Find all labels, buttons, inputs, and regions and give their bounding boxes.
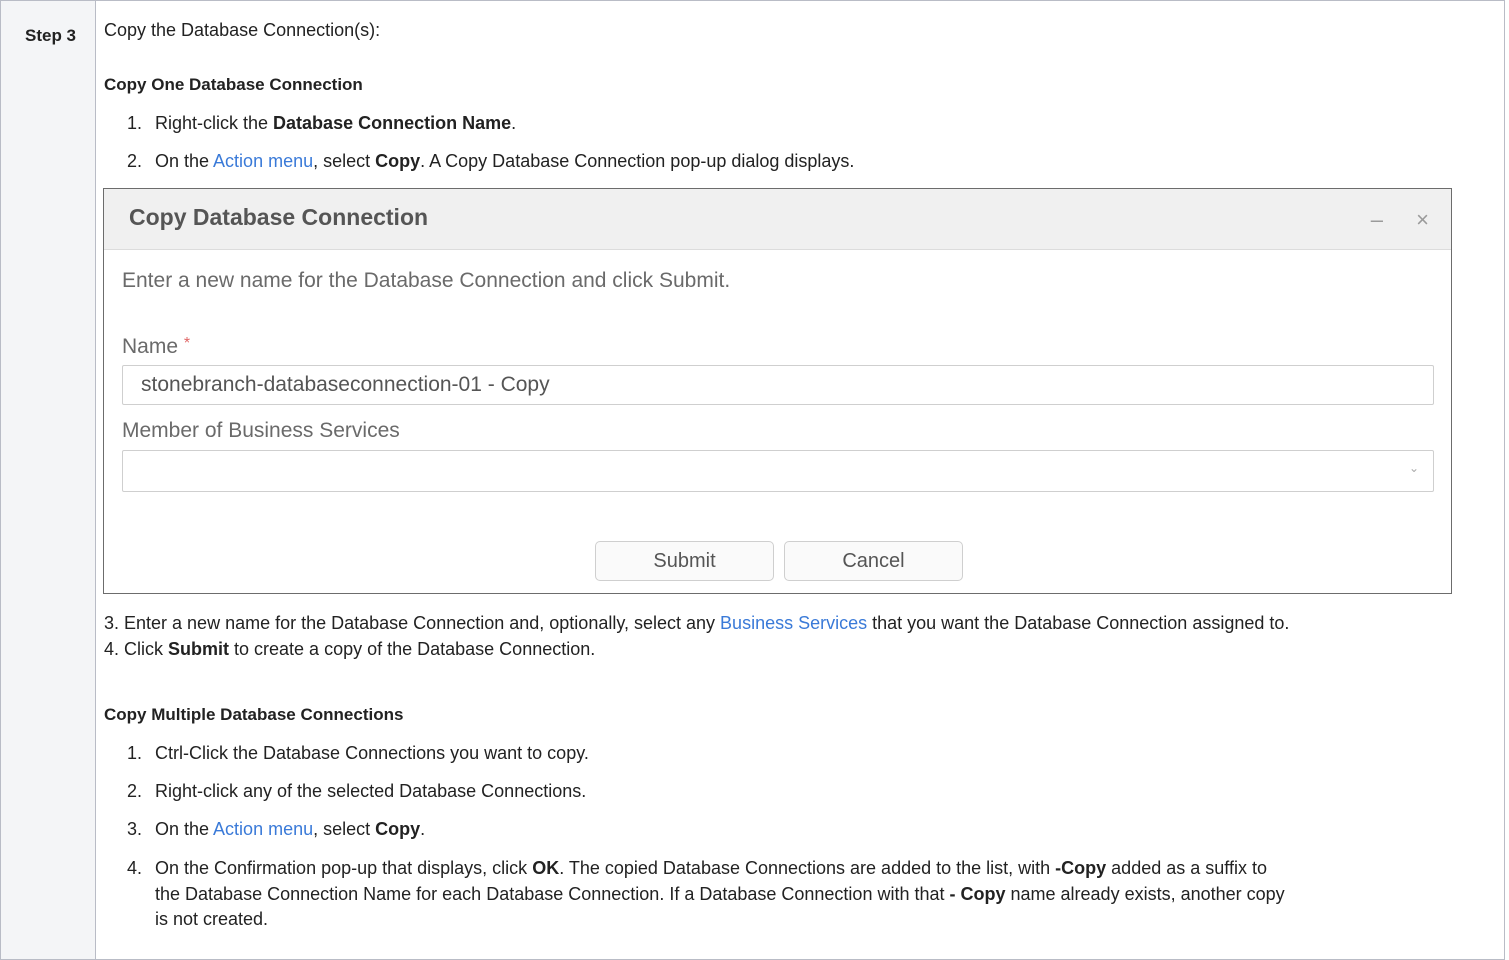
copy-multiple-item-4-line-3: is not created. [155, 909, 269, 929]
copy-multiple-item-1: 1. Ctrl-Click the Database Connections yo… [127, 743, 589, 763]
step-label-cell: Step 3 [1, 1, 96, 959]
after-dialog-line-4: 4. Click Submit to create a copy of the … [104, 639, 596, 659]
copy-one-heading: Copy One Database Connection [104, 75, 363, 94]
action-menu-link[interactable]: Action menu [213, 151, 313, 171]
close-icon[interactable]: × [1416, 207, 1429, 233]
name-input[interactable]: stonebranch-databaseconnection-01 - Copy [122, 365, 1434, 405]
copy-database-connection-dialog: Copy Database Connection – × Enter a new… [103, 188, 1452, 594]
dialog-header: Copy Database Connection – × [104, 189, 1451, 250]
dialog-title: Copy Database Connection [129, 204, 429, 230]
copy-multiple-item-4-line-2: the Database Connection Name for each Da… [155, 884, 1285, 904]
minimize-icon[interactable]: – [1371, 207, 1383, 233]
chevron-down-icon: ⌄ [1408, 461, 1419, 475]
cancel-button[interactable]: Cancel [784, 541, 963, 581]
name-label: Name * [122, 335, 191, 358]
dialog-instruction: Enter a new name for the Database Connec… [122, 269, 731, 292]
copy-multiple-heading: Copy Multiple Database Connections [104, 705, 404, 724]
business-services-link[interactable]: Business Services [720, 613, 867, 633]
action-menu-link-2[interactable]: Action menu [213, 819, 313, 839]
step-label: Step 3 [25, 26, 77, 45]
copy-multiple-item-2: 2. Right-click any of the selected Databa… [127, 781, 587, 801]
copy-one-item-1: 1. Right-click the Database Connection Na… [127, 113, 517, 133]
copy-one-item-2: 2. On the Action menu, select Copy. A Cop… [127, 151, 855, 171]
business-services-label: Member of Business Services [122, 419, 400, 442]
copy-multiple-item-3: 3. On the Action menu, select Copy. [127, 819, 426, 839]
submit-button[interactable]: Submit [595, 541, 774, 581]
required-mark: * [183, 335, 191, 352]
business-services-select[interactable]: ⌄ [122, 450, 1434, 492]
dialog-body: Enter a new name for the Database Connec… [104, 249, 1451, 593]
copy-multiple-item-4: 4. On the Confirmation pop-up that displa… [127, 858, 1267, 878]
intro-text: Copy the Database Connection(s): [104, 20, 381, 40]
after-dialog-line-3: 3. Enter a new name for the Database Con… [104, 613, 1290, 633]
